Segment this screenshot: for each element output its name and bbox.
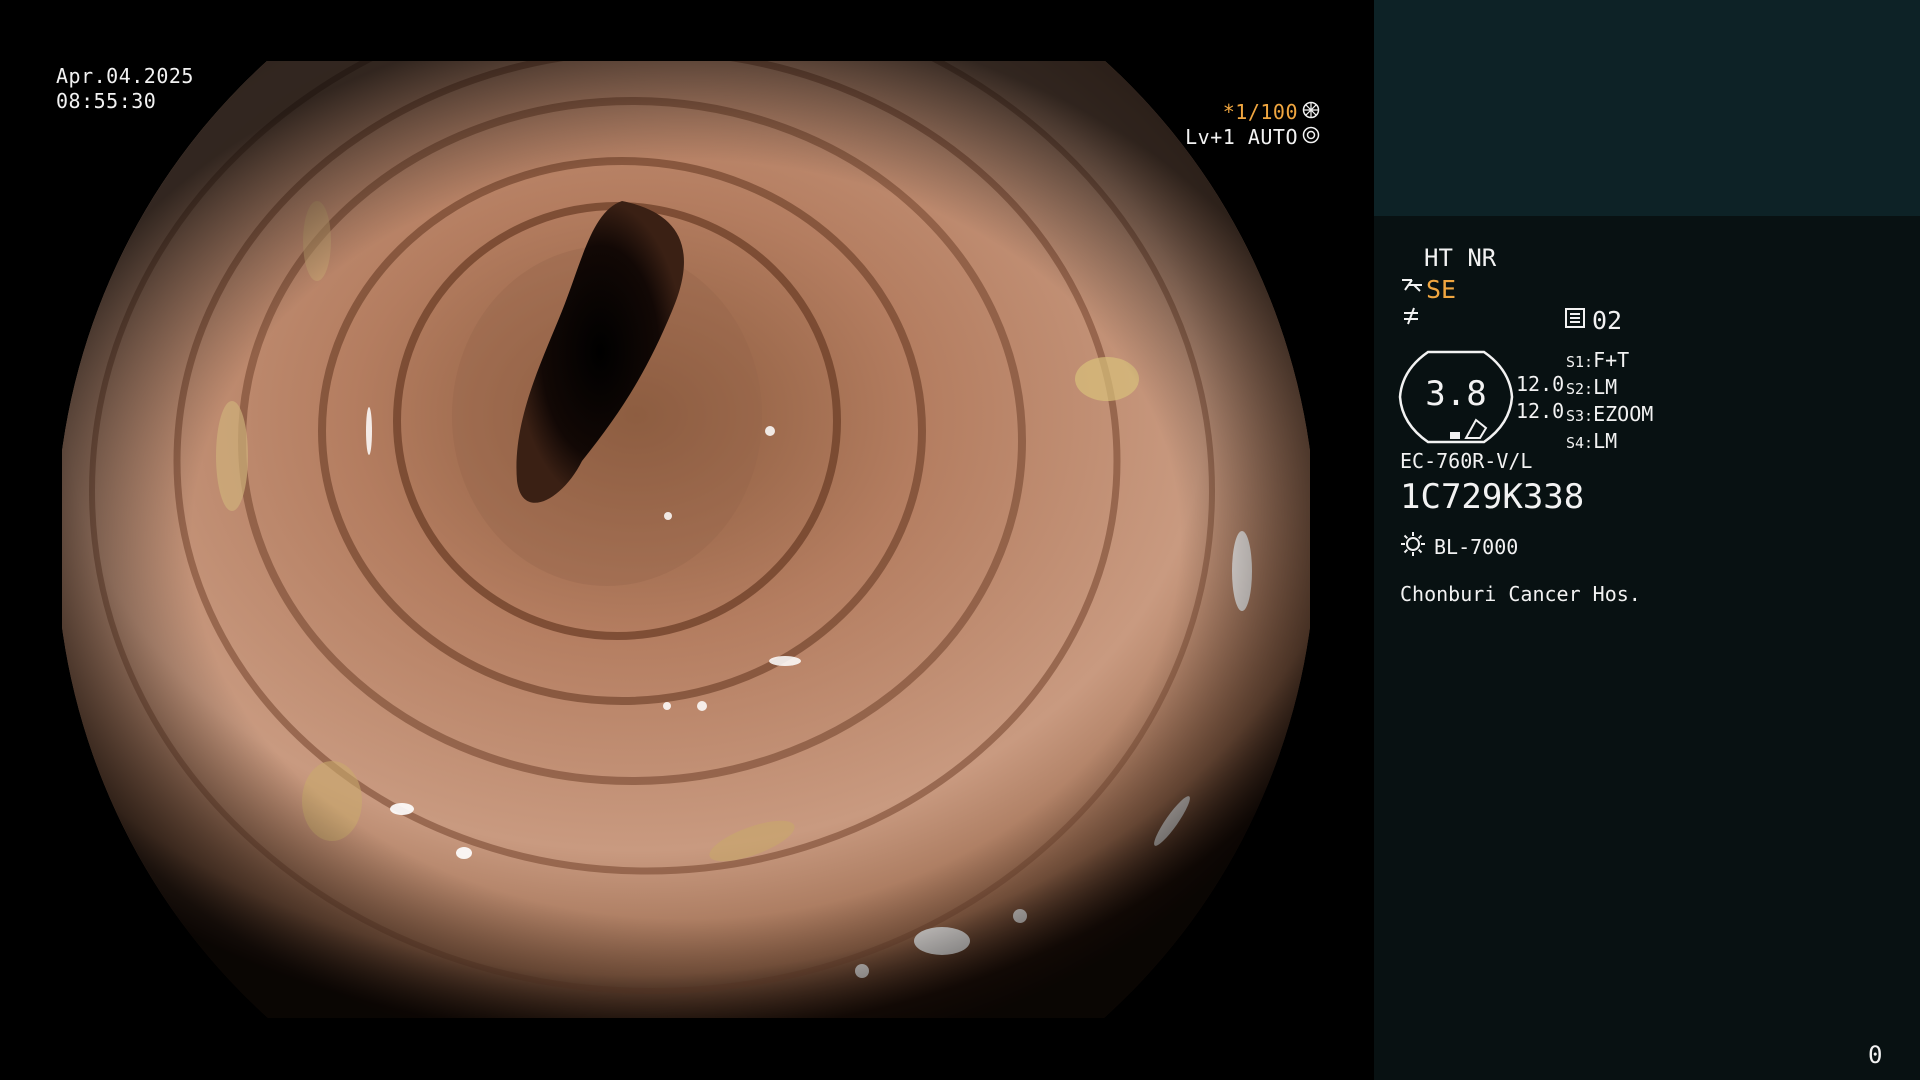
light-source-icon — [1400, 531, 1426, 563]
switch-assignments: S1:F+T S2:LM S3:EZOOM S4:LM — [1566, 348, 1653, 456]
light-source-row: BL-7000 — [1400, 531, 1518, 563]
mode-text: HT NR — [1424, 244, 1497, 272]
colon-lumen-image — [62, 61, 1310, 1018]
datetime-overlay: Apr.04.2025 08:55:30 — [56, 64, 194, 114]
gain-value-1: 12.0 — [1516, 372, 1565, 396]
preset-number: 02 — [1592, 305, 1623, 335]
structure-enhance-icon — [1400, 276, 1424, 303]
institution-name: Chonburi Cancer Hos. — [1400, 582, 1641, 606]
switch-row-1: S1:F+T — [1566, 348, 1630, 372]
preset-row: 02 — [1564, 307, 1622, 334]
date-text: Apr.04.2025 — [56, 64, 194, 88]
endoscope-view — [62, 61, 1310, 1018]
scope-serial: 1C729K338 — [1400, 477, 1585, 517]
level-text: Lv+1 AUTO — [1185, 125, 1298, 149]
edge-enhance-row — [1400, 305, 1422, 334]
shutter-speed-text: *1/100 — [1222, 100, 1298, 124]
endoscopy-screen: Apr.04.2025 08:55:30 *1/100 Lv+1 AUTO HT… — [0, 0, 1920, 1080]
edge-enhance-icon — [1400, 307, 1422, 333]
gain-value-2: 12.0 — [1516, 399, 1565, 423]
switch-row-3: S3:EZOOM — [1566, 402, 1654, 426]
switch-row-2: S2:LM — [1566, 375, 1618, 399]
exposure-overlay: *1/100 Lv+1 AUTO — [1120, 100, 1320, 150]
auto-iris-icon — [1302, 125, 1320, 150]
image-counter: 0 — [1868, 1041, 1883, 1069]
time-text: 08:55:30 — [56, 89, 157, 113]
scope-model: EC-760R-V/L — [1400, 449, 1533, 473]
panel-top-block — [1374, 0, 1920, 216]
memory-card-icon — [1564, 307, 1586, 334]
info-panel — [1374, 216, 1920, 1080]
switch-row-4: S4:LM — [1566, 429, 1618, 453]
zoom-value: 3.8 — [1425, 374, 1487, 414]
light-source-label: BL-7000 — [1434, 535, 1519, 559]
gain-values: 12.0 12.0 — [1516, 371, 1564, 425]
structure-enhance-label: SE — [1426, 274, 1457, 304]
shutter-aperture-icon — [1302, 100, 1320, 125]
structure-enhance-row: SE — [1400, 276, 1456, 303]
